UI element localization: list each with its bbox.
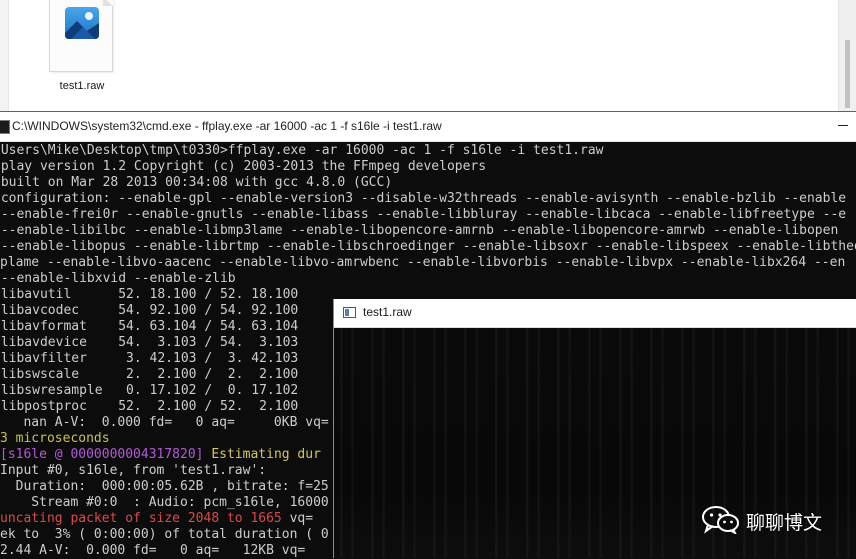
watermark-text: 聊聊博文 (746, 512, 823, 534)
console-line: libswresample 0. 17.102 / 0. 17.102 (0, 383, 299, 398)
console-line: --enable-libilbc --enable-libmp3lame --e… (0, 223, 839, 238)
console-line: libswscale 2. 2.100 / 2. 2.100 (0, 367, 299, 382)
console-line: libavdevice 54. 3.103 / 54. 3.103 (0, 335, 299, 350)
console-line: ek to 3% ( 0:00:00) of total duration ( … (0, 527, 329, 542)
explorer-scrollbar-thumb[interactable] (845, 40, 850, 108)
console-line-truncating: uncating packet of size 2048 to 1665 vq= (0, 511, 313, 527)
console-line: configuration: --enable-gpl --enable-ver… (0, 191, 847, 206)
file-name-label: test1.raw (59, 80, 105, 92)
file-item-test1-raw[interactable]: test1.raw (42, 0, 122, 100)
console-line: libavfilter 3. 42.103 / 3. 42.103 (0, 351, 299, 366)
console-line: built on Mar 28 2013 00:34:08 with gcc 4… (0, 175, 393, 190)
console-line-estimating: [s16le @ 0000000004317820] Estimating du… (0, 447, 321, 463)
console-line: plame --enable-libvo-aacenc --enable-lib… (0, 255, 846, 270)
wechat-icon (702, 506, 739, 534)
console-line: libavformat 54. 63.104 / 54. 63.104 (0, 319, 299, 334)
console-line: 2.44 A-V: 0.000 fd= 0 aq= 12KB vq= (0, 543, 306, 558)
file-explorer-window: test1.raw (0, 0, 856, 113)
log-message: Estimating dur (211, 447, 321, 462)
console-line: libavcodec 54. 92.100 / 54. 92.100 (0, 303, 299, 318)
error-message: uncating packet of size 2048 to 1665 (0, 511, 282, 526)
console-line: Stream #0:0 : Audio: pcm_s16le, 16000 (0, 495, 329, 510)
ffplay-window-title: test1.raw (363, 305, 412, 319)
image-file-icon (65, 7, 99, 39)
window-app-icon (343, 307, 356, 318)
log-prefix: [s16le @ 0000000004317820] (0, 447, 212, 462)
cmd-window-title: C:\WINDOWS\system32\cmd.exe - ffplay.exe… (12, 119, 442, 133)
watermark: 聊聊博文 (702, 503, 842, 537)
console-line: \Users\Mike\Desktop\tmp\t0330>ffplay.exe… (0, 143, 604, 158)
cmd-titlebar[interactable]: C:\WINDOWS\system32\cmd.exe - ffplay.exe… (0, 112, 856, 142)
console-line: libavutil 52. 18.100 / 52. 18.100 (0, 287, 299, 302)
document-icon (49, 0, 113, 72)
cmd-icon (0, 120, 10, 134)
console-line: libpostproc 52. 2.100 / 52. 2.100 (0, 399, 299, 414)
minimize-button[interactable] (834, 112, 856, 141)
console-line: --enable-libopus --enable-librtmp --enab… (0, 239, 856, 254)
console-line: Input #0, s16le, from 'test1.raw': (0, 463, 267, 478)
console-line: Duration: 000:00:05.62B , bitrate: f=25 (0, 479, 329, 494)
console-line: 3 microseconds (0, 431, 110, 446)
console-line: --enable-libxvid --enable-zlib (0, 271, 236, 286)
explorer-nav-pane-edge (0, 0, 9, 113)
console-line: nan A-V: 0.000 fd= 0 aq= 0KB vq= (0, 415, 329, 430)
log-tail: vq= (281, 511, 314, 526)
console-line: --enable-frei0r --enable-gnutls --enable… (0, 207, 847, 222)
console-line: fplay version 1.2 Copyright (c) 2003-201… (0, 159, 487, 174)
ffplay-titlebar[interactable]: test1.raw (334, 299, 856, 328)
